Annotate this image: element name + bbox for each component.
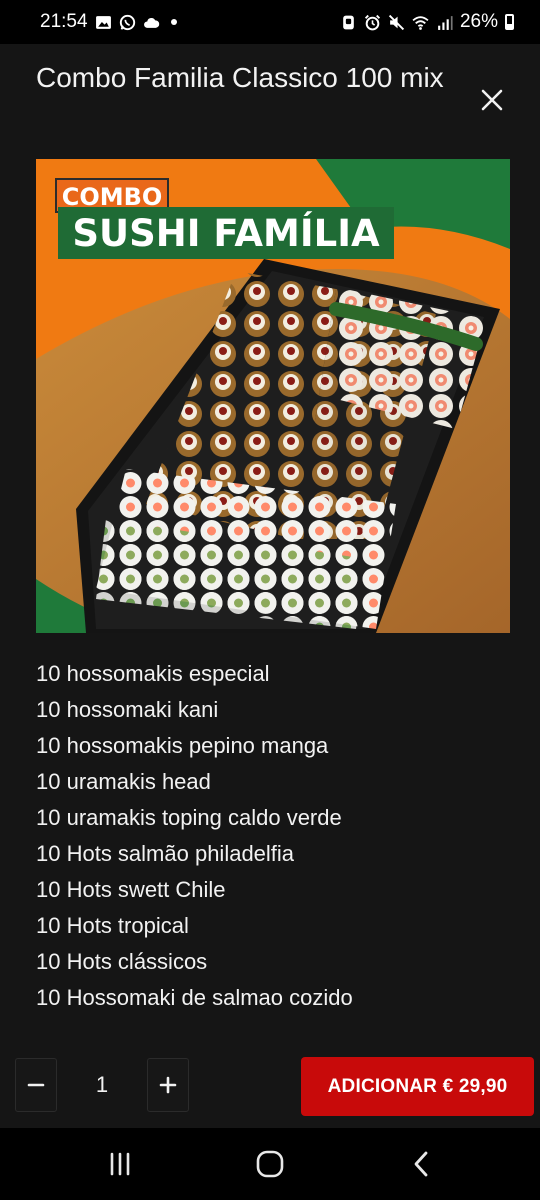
recent-apps-button[interactable] bbox=[90, 1146, 150, 1182]
notification-dot bbox=[170, 19, 177, 25]
list-item: 10 hossomakis pepino manga bbox=[36, 733, 329, 758]
home-button[interactable] bbox=[240, 1146, 300, 1182]
banner-line1: COMBO bbox=[62, 183, 163, 211]
battery-percent: 26% bbox=[459, 11, 498, 32]
list-item: 10 Hossomaki de salmao cozido bbox=[36, 985, 353, 1010]
status-time: 21:54 bbox=[40, 11, 88, 32]
minus-icon bbox=[27, 1083, 45, 1087]
wifi-icon bbox=[412, 14, 429, 31]
product-title: Combo Familia Classico 100 mix bbox=[36, 62, 444, 93]
image-icon bbox=[95, 14, 112, 31]
combo-items-list: 10 hossomakis especial 10 hossomaki kani… bbox=[36, 656, 353, 1016]
list-item: 10 hossomakis especial bbox=[36, 661, 270, 686]
cloud-icon bbox=[143, 14, 160, 31]
increase-quantity-button[interactable] bbox=[147, 1058, 189, 1112]
status-bar: 21:54 26% bbox=[0, 0, 540, 44]
decrease-quantity-button[interactable] bbox=[15, 1058, 57, 1112]
mute-icon bbox=[388, 14, 405, 31]
order-controls: 1 ADICIONAR € 29,90 bbox=[0, 1056, 540, 1116]
battery-icon bbox=[505, 14, 514, 30]
list-item: 10 Hots swett Chile bbox=[36, 877, 226, 902]
list-item: 10 uramakis toping caldo verde bbox=[36, 805, 342, 830]
system-nav-bar bbox=[0, 1128, 540, 1200]
status-right: 26% bbox=[340, 11, 514, 33]
quantity-value: 1 bbox=[95, 1072, 109, 1097]
close-icon bbox=[481, 89, 503, 111]
plus-icon bbox=[159, 1076, 177, 1094]
recent-apps-icon bbox=[110, 1152, 130, 1176]
alarm-icon bbox=[364, 14, 381, 31]
product-image: COMBO SUSHI FAMÍLIA bbox=[36, 159, 510, 633]
status-left: 21:54 bbox=[40, 11, 177, 33]
back-icon bbox=[414, 1151, 428, 1177]
sushi-combo-photo: COMBO SUSHI FAMÍLIA bbox=[36, 159, 510, 633]
signal-icon bbox=[436, 14, 453, 31]
nfc-icon bbox=[340, 14, 357, 31]
back-button[interactable] bbox=[392, 1146, 452, 1182]
list-item: 10 Hots tropical bbox=[36, 913, 189, 938]
add-to-cart-button[interactable]: ADICIONAR € 29,90 bbox=[301, 1057, 534, 1116]
list-item: 10 Hots clássicos bbox=[36, 949, 208, 974]
product-sheet: Combo Familia Classico 100 mix COMBO SUS… bbox=[0, 44, 540, 1128]
close-button[interactable] bbox=[472, 80, 512, 120]
list-item: 10 uramakis head bbox=[36, 769, 211, 794]
list-item: 10 hossomaki kani bbox=[36, 697, 219, 722]
list-item: 10 Hots salmão philadelfia bbox=[36, 841, 295, 866]
banner-line2: SUSHI FAMÍLIA bbox=[72, 211, 380, 255]
whatsapp-icon bbox=[119, 14, 136, 31]
home-icon bbox=[256, 1150, 284, 1178]
